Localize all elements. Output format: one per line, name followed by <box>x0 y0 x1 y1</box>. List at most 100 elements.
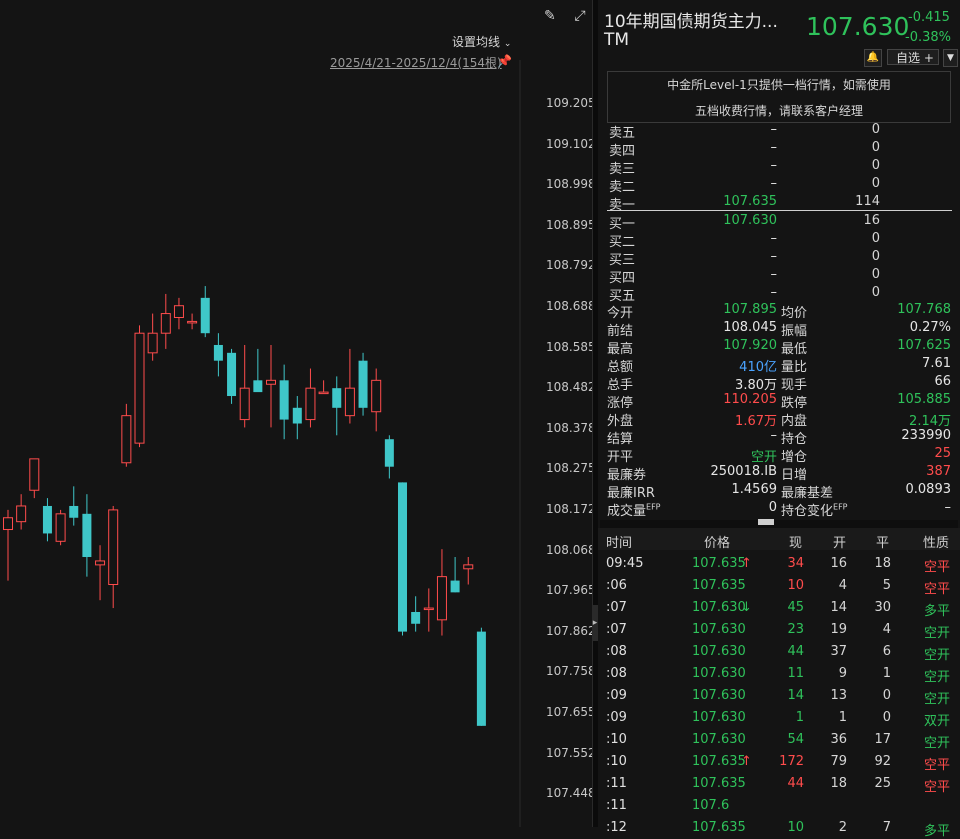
candle[interactable] <box>332 376 342 436</box>
candle[interactable] <box>344 348 355 424</box>
candle[interactable] <box>305 368 316 428</box>
fullscreen-icon[interactable]: ⤢ <box>572 8 588 24</box>
kline-chart-panel[interactable] <box>0 0 592 827</box>
tick-open: 37 <box>830 644 847 659</box>
tick-splitter[interactable] <box>600 520 958 528</box>
candle[interactable] <box>200 286 210 338</box>
pin-icon[interactable]: 📌 <box>497 54 512 68</box>
candle[interactable] <box>463 557 474 585</box>
candle[interactable] <box>358 352 368 416</box>
splitter-handle[interactable] <box>758 519 774 525</box>
candle[interactable] <box>147 313 158 361</box>
stats-row: 开平 空开 增仓 25 <box>607 446 953 465</box>
candle[interactable] <box>411 596 421 632</box>
candle[interactable] <box>436 549 447 636</box>
candle[interactable] <box>121 403 132 467</box>
date-range-link[interactable]: 2025/4/21-2025/12/4(154根) <box>330 54 502 71</box>
candle-body <box>436 576 447 621</box>
ob-price: – <box>770 285 778 300</box>
bid-row[interactable]: 买一 107.630 16 <box>609 213 954 232</box>
candle-body <box>95 560 106 566</box>
candle[interactable] <box>423 588 434 632</box>
ma-settings-button[interactable]: 设置均线 ⌄ <box>452 33 511 50</box>
candle[interactable] <box>16 494 27 530</box>
candle[interactable] <box>384 435 394 479</box>
stat-value: 107.625 <box>897 338 951 353</box>
tick-open: 16 <box>830 556 847 571</box>
tick-arrow-icon: ↑ <box>741 754 752 769</box>
candle[interactable] <box>398 482 407 636</box>
tick-row[interactable]: :08 107.630 11 9 1 空开 <box>598 663 960 685</box>
tick-price: 107.635 <box>692 578 746 593</box>
stat-label: 持仓 <box>781 432 808 447</box>
candle[interactable] <box>227 348 237 404</box>
tick-volume: 1 <box>795 710 804 725</box>
candle[interactable] <box>55 509 66 546</box>
tick-time: :08 <box>606 666 627 681</box>
tick-row[interactable]: 09:45 107.635 ↑ 34 16 18 空平 <box>598 553 960 575</box>
candle[interactable] <box>69 486 79 526</box>
tick-time: :11 <box>606 798 627 813</box>
candle[interactable] <box>292 396 302 440</box>
tick-row[interactable]: :10 107.630 54 36 17 空开 <box>598 729 960 751</box>
ask-row[interactable]: 卖三 – 0 <box>609 158 954 177</box>
candle[interactable] <box>450 557 460 593</box>
tick-row[interactable]: :06 107.635 10 4 5 空平 <box>598 575 960 597</box>
ob-level-label: 买一 <box>609 217 636 232</box>
tick-row[interactable]: :12 107.635 10 2 7 多平 <box>598 817 960 839</box>
tick-nature: 空开 <box>923 692 950 707</box>
candle[interactable] <box>95 545 106 601</box>
candle[interactable] <box>266 344 276 428</box>
bid-row[interactable]: 买四 – 0 <box>609 267 954 286</box>
ob-price: 107.630 <box>723 213 777 228</box>
candle[interactable] <box>29 458 40 499</box>
chevron-down-icon[interactable]: ▼ <box>943 49 958 67</box>
candle[interactable] <box>134 325 145 448</box>
candle[interactable] <box>108 505 119 609</box>
ask-row[interactable]: 卖四 – 0 <box>609 140 954 159</box>
brush-icon[interactable]: ✎ <box>542 8 558 24</box>
stat-value: 25 <box>934 446 951 461</box>
candle[interactable] <box>173 297 184 330</box>
ask-row[interactable]: 卖二 – 0 <box>609 176 954 195</box>
tick-volume: 45 <box>787 600 804 615</box>
tick-row[interactable]: :11 107.6 <box>598 795 960 817</box>
candle[interactable] <box>253 348 263 393</box>
ob-price: – <box>770 158 778 173</box>
stat-label: 最廉IRR <box>607 486 655 501</box>
candle[interactable] <box>213 333 223 377</box>
tick-row[interactable]: :10 107.635 ↑ 172 79 92 空平 <box>598 751 960 773</box>
tick-row[interactable]: :08 107.630 44 37 6 空开 <box>598 641 960 663</box>
add-watchlist-button[interactable]: 自选 + <box>887 49 939 65</box>
stat-label: 量比 <box>781 360 808 375</box>
stat-value: 108.045 <box>723 320 777 335</box>
candle[interactable] <box>239 344 250 428</box>
header-price: 价格 <box>704 536 731 551</box>
candle[interactable] <box>160 293 171 349</box>
bell-icon[interactable]: 🔔 <box>864 49 882 67</box>
level1-notice: 中金所Level-1只提供一档行情，如需使用 五档收费行情，请联系客户经理 <box>607 71 951 123</box>
candle[interactable] <box>82 494 92 577</box>
tick-row[interactable]: :07 107.630 ↓ 45 14 30 多平 <box>598 597 960 619</box>
bid-row[interactable]: 买五 –0 <box>609 285 954 304</box>
candle[interactable] <box>187 313 198 330</box>
ask-row[interactable]: 卖五 – 0 <box>609 122 954 141</box>
candle[interactable] <box>42 498 52 542</box>
bid-row[interactable]: 买三 – 0 <box>609 249 954 268</box>
candle[interactable] <box>371 368 382 432</box>
bid-row[interactable]: 买二 – 0 <box>609 231 954 250</box>
candle[interactable] <box>476 627 486 726</box>
candle[interactable] <box>3 509 13 581</box>
candle[interactable] <box>279 364 289 440</box>
stat-label: 现手 <box>781 378 808 393</box>
instrument-code: TM <box>604 30 630 50</box>
chart-toolbar: ✎ ⤢ <box>532 8 588 24</box>
tick-row[interactable]: :09 107.630 14 13 0 空开 <box>598 685 960 707</box>
tick-row[interactable]: :07 107.630 23 19 4 空开 <box>598 619 960 641</box>
tick-row[interactable]: :09 107.630 1 1 0 双开 <box>598 707 960 729</box>
kline-chart[interactable] <box>0 0 592 827</box>
candle[interactable] <box>318 380 329 395</box>
candle-body <box>69 505 79 518</box>
tick-row[interactable]: :11 107.635 44 18 25 空平 <box>598 773 960 795</box>
stat-value: 107.920 <box>723 338 777 353</box>
